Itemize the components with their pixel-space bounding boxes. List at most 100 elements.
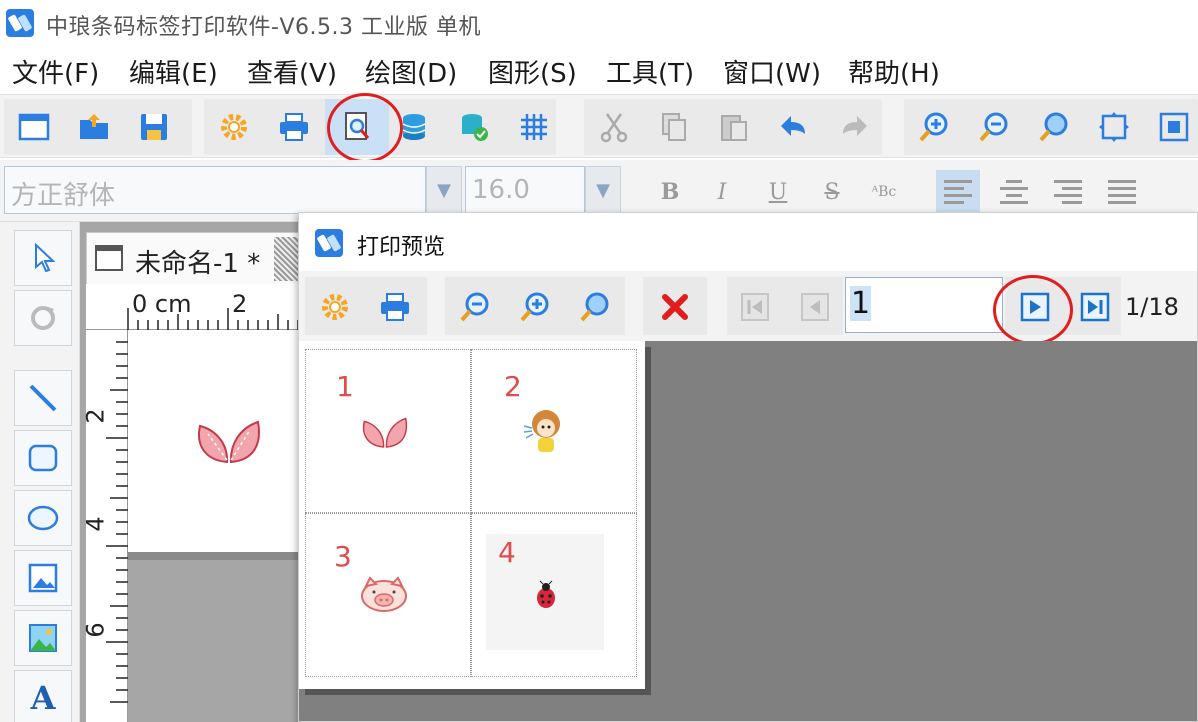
label-cell: 4: [471, 513, 637, 677]
last-page-button[interactable]: [1075, 287, 1115, 327]
grid-button[interactable]: [514, 107, 554, 147]
copy-button[interactable]: [654, 107, 694, 147]
zoom-out-button[interactable]: [974, 107, 1014, 147]
font-name-input[interactable]: 方正舒体: [4, 166, 426, 214]
rounded-rect-tool-button[interactable]: [14, 430, 72, 486]
picture-tool-button[interactable]: [14, 610, 72, 666]
align-center-icon: [1000, 176, 1028, 208]
label-canvas[interactable]: [128, 330, 302, 552]
database-button[interactable]: [394, 107, 434, 147]
open-folder-icon: [80, 114, 108, 139]
grid-icon: [521, 114, 547, 140]
first-page-button[interactable]: [735, 287, 775, 327]
text-tool-button[interactable]: A: [14, 670, 72, 722]
label-cell: 1: [305, 349, 471, 513]
label-number: 1: [336, 370, 354, 403]
leaf-sprout-image[interactable]: [194, 416, 264, 466]
vertical-ruler: 2 4 6: [82, 330, 128, 722]
previous-page-icon: [801, 293, 829, 321]
first-page-icon: [741, 293, 769, 321]
database-icon: [402, 114, 426, 140]
cut-button[interactable]: [594, 107, 634, 147]
ruler-v-mark: 4: [81, 516, 110, 532]
rotate-icon: [31, 306, 55, 330]
rotate-tool-button[interactable]: [14, 290, 72, 346]
align-right-icon: [1054, 176, 1082, 208]
label-cell: 3: [305, 513, 471, 677]
settings-gear-icon: [322, 294, 348, 320]
menu-window[interactable]: 窗口(W): [723, 53, 821, 90]
leaf-sprout-image: [362, 417, 408, 448]
strikethrough-button[interactable]: S: [810, 170, 854, 214]
ellipse-tool-button[interactable]: [14, 490, 72, 546]
label-cell: 2: [471, 349, 637, 513]
cut-icon: [600, 113, 628, 143]
page-number-value: 1: [850, 286, 872, 321]
fit-window-button[interactable]: [1154, 107, 1194, 147]
document-window-icon: [95, 245, 123, 271]
bold-button[interactable]: B: [648, 170, 692, 214]
left-tool-panel: A: [0, 222, 80, 722]
menu-shape[interactable]: 图形(S): [488, 53, 577, 90]
dialog-title: 打印预览: [357, 235, 446, 260]
menu-edit[interactable]: 编辑(E): [129, 53, 218, 90]
main-toolbar: [0, 93, 1198, 163]
line-tool-button[interactable]: [14, 370, 72, 426]
print-preview-button[interactable]: [325, 99, 389, 155]
fit-page-button[interactable]: [1094, 107, 1134, 147]
underline-button[interactable]: U: [756, 170, 800, 214]
fit-page-icon: [1099, 112, 1129, 142]
char-spacing-button[interactable]: ᴬBc: [862, 170, 906, 214]
undo-button[interactable]: [774, 107, 814, 147]
settings-button[interactable]: [214, 107, 254, 147]
paste-button[interactable]: [714, 107, 754, 147]
save-button[interactable]: [134, 107, 174, 147]
font-name-dropdown[interactable]: ▼: [426, 166, 462, 214]
preview-zoom-out-button[interactable]: [455, 287, 495, 327]
paste-icon: [721, 115, 747, 141]
print-icon: [381, 293, 409, 321]
next-page-button[interactable]: [1015, 287, 1055, 327]
cartoon-girl-image: [523, 410, 560, 452]
print-button[interactable]: [274, 107, 314, 147]
italic-button[interactable]: I: [700, 170, 744, 214]
ruler-v-mark: 2: [81, 408, 110, 424]
image-tool-button[interactable]: [14, 550, 72, 606]
database-link-button[interactable]: [454, 107, 494, 147]
undo-icon: [781, 116, 805, 136]
menu-help[interactable]: 帮助(H): [848, 53, 940, 90]
preview-close-button[interactable]: [655, 287, 695, 327]
align-right-button[interactable]: [1046, 170, 1090, 214]
menu-tools[interactable]: 工具(T): [606, 53, 694, 90]
redo-button[interactable]: [834, 107, 874, 147]
font-size-input[interactable]: 16.0: [465, 166, 585, 214]
preview-zoom-in-button[interactable]: [515, 287, 555, 327]
menu-view[interactable]: 查看(V): [247, 53, 337, 90]
preview-print-button[interactable]: [375, 287, 415, 327]
document-tab[interactable]: 未命名-1 *: [86, 232, 302, 284]
font-size-dropdown[interactable]: ▼: [585, 166, 621, 214]
align-left-button[interactable]: [936, 170, 980, 214]
preview-zoom-button[interactable]: [575, 287, 615, 327]
title-bar: 中琅条码标签打印软件-V6.5.3 工业版 单机: [0, 0, 1198, 46]
select-arrow-icon: [35, 242, 56, 273]
print-preview-icon: [345, 112, 370, 140]
select-tool-button[interactable]: [14, 230, 72, 286]
align-justify-button[interactable]: [1100, 170, 1144, 214]
preview-settings-button[interactable]: [315, 287, 355, 327]
previous-page-button[interactable]: [795, 287, 835, 327]
zoom-in-icon: [919, 112, 948, 142]
zoom-in-button[interactable]: [914, 107, 954, 147]
page-number-input[interactable]: 1: [845, 277, 1003, 333]
align-center-button[interactable]: [992, 170, 1036, 214]
menu-draw[interactable]: 绘图(D): [365, 53, 457, 90]
image-icon: [28, 563, 58, 593]
new-window-button[interactable]: [14, 107, 54, 147]
canvas-edge: [128, 552, 302, 560]
line-icon: [29, 384, 57, 412]
menu-file[interactable]: 文件(F): [12, 53, 99, 90]
print-preview-dialog: 打印预览 1 1/18 1 2 3 4: [298, 212, 1198, 722]
open-button[interactable]: [74, 107, 114, 147]
zoom-button[interactable]: [1034, 107, 1074, 147]
zoom-out-icon: [979, 112, 1008, 142]
